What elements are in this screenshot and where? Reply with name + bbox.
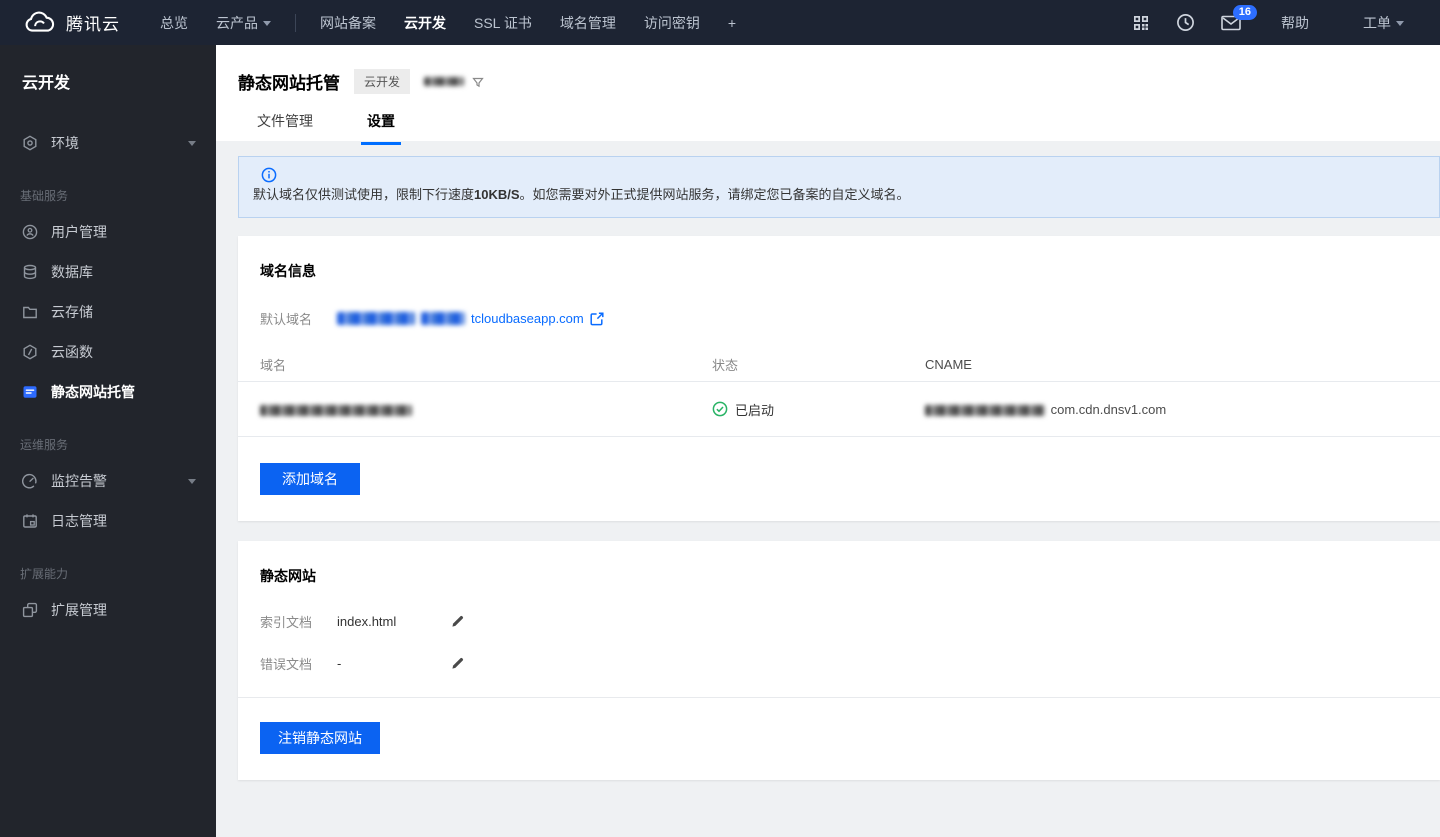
index-document-value: index.html <box>337 614 397 629</box>
tencent-cloud-logo[interactable]: 腾讯云 <box>0 10 146 35</box>
default-domain-row: 默认域名 tcloudbaseapp.com <box>238 309 1440 328</box>
chevron-down-icon <box>188 478 196 484</box>
calendar-log-icon <box>23 514 37 528</box>
table-row: 已启动 com.cdn.dnsv1.com <box>238 382 1440 437</box>
mail-icon[interactable]: 16 <box>1221 4 1257 31</box>
nav-overview[interactable]: 总览 <box>146 0 202 45</box>
nav-ticket[interactable]: 工单 <box>1349 0 1418 45</box>
tab-settings[interactable]: 设置 <box>361 111 401 145</box>
status-badge: 已启动 <box>735 402 775 418</box>
product-badge: 云开发 <box>354 69 411 94</box>
default-domain-link[interactable]: tcloudbaseapp.com <box>337 311 604 326</box>
static-hosting-document-icon <box>23 386 37 398</box>
cloud-logo-icon <box>25 11 55 32</box>
error-document-value: - <box>337 656 342 671</box>
main-content: 静态网站托管 云开发 文件管理 设置 默认域名仅供测试使用，限制下行速度10KB… <box>216 45 1440 837</box>
filter-funnel-icon <box>472 77 484 87</box>
nav-add-shortcut-button[interactable]: + <box>714 0 750 45</box>
top-navbar: 腾讯云 总览 云产品 网站备案 云开发 SSL 证书 域名管理 访问密钥 + 1… <box>0 0 1440 45</box>
column-header-status: 状态 <box>712 358 739 373</box>
info-banner: 默认域名仅供测试使用，限制下行速度10KB/S。如您需要对外正式提供网站服务，请… <box>238 156 1440 218</box>
gauge-icon <box>22 473 37 489</box>
default-domain-visible-text: tcloudbaseapp.com <box>471 311 584 326</box>
topnav-right: 16 帮助 工单 <box>1132 0 1440 45</box>
static-website-card: 静态网站 索引文档 index.html 错误文档 - 注销静态网站 <box>238 541 1440 780</box>
chevron-down-icon <box>1396 21 1404 26</box>
nav-divider <box>295 13 296 32</box>
default-domain-label: 默认域名 <box>260 312 313 327</box>
sidebar-item-monitor-alarm[interactable]: 监控告警 <box>0 461 216 501</box>
domain-info-card: 域名信息 默认域名 tcloudbaseapp.com 域名 状态 CNAME <box>238 236 1440 521</box>
domain-table: 域名 状态 CNAME 已启动 com.cdn.dnsv1.com <box>238 348 1440 437</box>
environment-hexagon-icon <box>23 135 37 151</box>
cell-status: 已启动 <box>712 400 925 419</box>
nav-website-icp[interactable]: 网站备案 <box>306 0 390 45</box>
cell-cname: com.cdn.dnsv1.com <box>925 402 1440 417</box>
add-domain-button[interactable]: 添加域名 <box>260 463 360 495</box>
cell-domain <box>238 402 712 417</box>
sidebar-item-extension-management[interactable]: 扩展管理 <box>0 590 216 630</box>
sidebar-section-ops-services: 运维服务 <box>20 438 69 452</box>
banner-text: 默认域名仅供测试使用，限制下行速度10KB/S。如您需要对外正式提供网站服务，请… <box>253 187 910 202</box>
sidebar-item-log-management[interactable]: 日志管理 <box>0 501 216 541</box>
function-hexagon-icon <box>23 344 37 360</box>
environment-selector[interactable] <box>424 76 484 88</box>
sidebar: 云开发 环境 基础服务 用户管理 数据库 云存储 云函数 静态网站托管 运维服务… <box>0 45 216 837</box>
status-success-check-icon <box>712 401 728 417</box>
site-card-footer: 注销静态网站 <box>238 698 1440 780</box>
extensions-icon <box>22 602 38 618</box>
chevron-down-icon <box>188 140 196 146</box>
folder-icon <box>23 306 37 319</box>
edit-error-document-button[interactable] <box>450 656 465 671</box>
chevron-down-icon <box>263 21 271 26</box>
redacted-domain-part <box>337 312 415 325</box>
mail-count-badge: 16 <box>1232 4 1257 20</box>
nav-cloudbase[interactable]: 云开发 <box>390 0 460 45</box>
redacted-custom-domain <box>260 404 412 416</box>
user-icon <box>22 224 38 240</box>
sidebar-section-basic-services: 基础服务 <box>20 189 69 203</box>
history-clock-icon[interactable] <box>1176 13 1195 32</box>
nav-cloud-products[interactable]: 云产品 <box>202 0 285 45</box>
index-document-row: 索引文档 index.html <box>238 612 1440 631</box>
sidebar-item-user-management[interactable]: 用户管理 <box>0 212 216 252</box>
qr-scan-icon[interactable] <box>1132 14 1150 32</box>
domain-table-header: 域名 状态 CNAME <box>238 348 1440 382</box>
banner-speed-limit: 10KB/S <box>474 187 520 202</box>
info-icon <box>261 167 277 183</box>
sidebar-item-cloud-storage[interactable]: 云存储 <box>0 292 216 332</box>
database-icon <box>23 264 37 280</box>
nav-help[interactable]: 帮助 <box>1267 0 1323 45</box>
pencil-icon <box>452 657 464 669</box>
nav-access-key[interactable]: 访问密钥 <box>630 0 714 45</box>
nav-ssl-cert[interactable]: SSL 证书 <box>460 0 546 45</box>
sidebar-section-extensions: 扩展能力 <box>20 567 69 581</box>
sidebar-item-environment[interactable]: 环境 <box>0 123 216 163</box>
external-link-icon[interactable] <box>590 311 604 326</box>
page-title: 静态网站托管 <box>238 74 340 93</box>
domain-card-title: 域名信息 <box>260 263 316 279</box>
tab-file-management[interactable]: 文件管理 <box>251 111 319 145</box>
nav-domain-management[interactable]: 域名管理 <box>546 0 630 45</box>
sidebar-title: 云开发 <box>22 75 71 92</box>
sidebar-item-cloud-functions[interactable]: 云函数 <box>0 332 216 372</box>
brand-name: 腾讯云 <box>66 15 120 34</box>
error-document-label: 错误文档 <box>260 657 313 672</box>
sidebar-item-static-hosting[interactable]: 静态网站托管 <box>0 372 216 412</box>
redacted-env-name <box>424 77 465 86</box>
pencil-icon <box>452 615 464 627</box>
column-header-domain: 域名 <box>260 358 287 373</box>
page-header: 静态网站托管 云开发 文件管理 设置 <box>216 45 1440 145</box>
sidebar-item-database[interactable]: 数据库 <box>0 252 216 292</box>
edit-index-document-button[interactable] <box>450 614 465 629</box>
cname-visible-text: com.cdn.dnsv1.com <box>1050 401 1167 417</box>
tab-bar: 文件管理 设置 <box>251 111 1440 145</box>
error-document-row: 错误文档 - <box>238 654 1440 673</box>
column-header-cname: CNAME <box>925 357 972 372</box>
index-document-label: 索引文档 <box>260 615 313 630</box>
deregister-static-site-button[interactable]: 注销静态网站 <box>260 722 380 754</box>
redacted-domain-part <box>421 312 465 325</box>
site-card-title: 静态网站 <box>260 568 316 584</box>
redacted-cname-part <box>925 404 1045 416</box>
